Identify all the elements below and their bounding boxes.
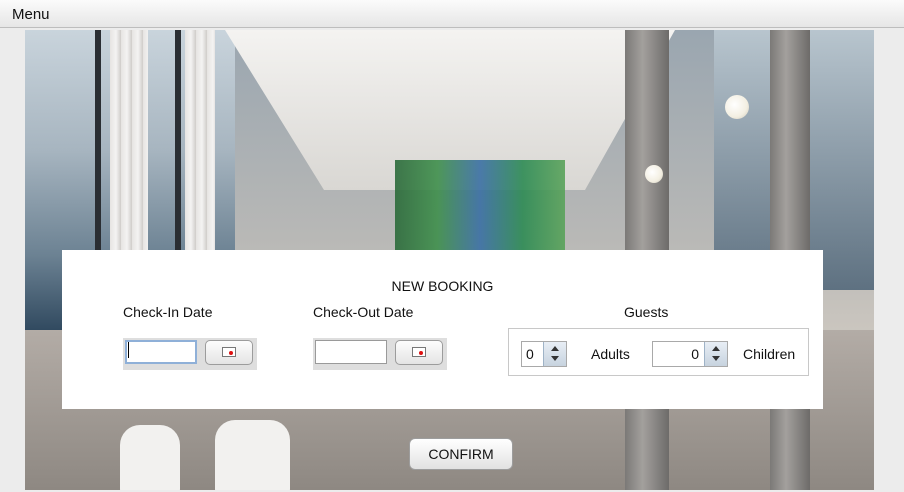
check-in-label: Check-In Date — [123, 304, 213, 320]
check-in-date-picker — [123, 338, 257, 370]
adults-value[interactable]: 0 — [526, 346, 534, 362]
confirm-button[interactable]: CONFIRM — [409, 438, 513, 470]
pendant-lamp — [725, 95, 749, 119]
pendant-lamp — [645, 165, 663, 183]
check-out-calendar-button[interactable] — [395, 340, 443, 365]
adults-spinner[interactable]: 0 — [521, 341, 567, 367]
check-out-date-field[interactable] — [315, 340, 387, 364]
guests-box: 0 Adults 0 Children — [508, 328, 809, 376]
check-in-calendar-button[interactable] — [205, 340, 253, 365]
check-in-date-field[interactable] — [125, 340, 197, 364]
menu-bar: Menu — [0, 0, 904, 28]
chevron-up-icon[interactable] — [551, 346, 559, 351]
calendar-icon — [412, 347, 426, 357]
menu-item-menu[interactable]: Menu — [12, 6, 50, 23]
text-caret — [128, 342, 129, 358]
check-out-date-picker — [313, 338, 447, 370]
children-spinner-buttons[interactable] — [704, 342, 727, 366]
chevron-down-icon[interactable] — [712, 356, 720, 361]
adults-label: Adults — [591, 346, 630, 362]
children-value[interactable]: 0 — [691, 346, 699, 362]
children-spinner[interactable]: 0 — [652, 341, 728, 367]
adults-spinner-buttons[interactable] — [543, 342, 566, 366]
children-label: Children — [743, 346, 796, 362]
chair — [120, 425, 180, 490]
chair — [215, 420, 290, 490]
panel-title: NEW BOOKING — [391, 278, 494, 294]
guests-label: Guests — [624, 304, 669, 320]
booking-panel: NEW BOOKING Check-In Date Check-Out Date… — [62, 250, 823, 409]
chevron-up-icon[interactable] — [712, 346, 720, 351]
chevron-down-icon[interactable] — [551, 356, 559, 361]
calendar-icon — [222, 347, 236, 357]
check-out-label: Check-Out Date — [313, 304, 414, 320]
